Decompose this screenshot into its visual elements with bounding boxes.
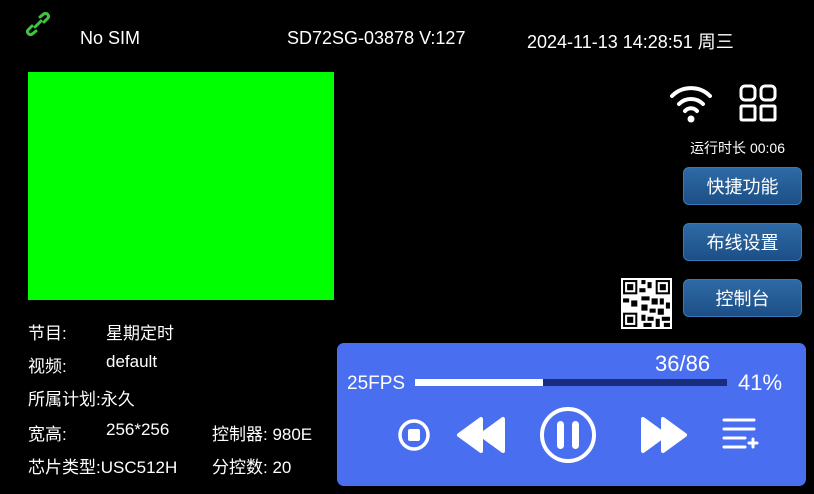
player-panel: 25FPS 36/86 41%: [337, 343, 806, 486]
progress-percent: 41%: [738, 370, 783, 395]
progress-bar[interactable]: [415, 379, 727, 386]
plan-value: 所属计划:永久: [28, 390, 135, 409]
stop-icon[interactable]: [397, 407, 431, 463]
chip-type-value: 芯片类型:USC512H: [28, 458, 178, 477]
link-icon: [26, 12, 50, 36]
preview-screen: [28, 72, 334, 300]
fast-forward-icon[interactable]: [637, 407, 691, 463]
fps-label: 25FPS: [347, 373, 406, 394]
video-label: 视频:: [28, 357, 67, 376]
runtime-label: 运行时长 00:06: [690, 140, 785, 156]
progress-fill: [415, 379, 543, 386]
program-label: 节目:: [28, 324, 67, 343]
datetime: 2024-11-13 14:28:51 周三: [527, 32, 734, 52]
size-label: 宽高:: [28, 425, 67, 444]
playlist-add-icon[interactable]: [720, 407, 760, 463]
frame-count: 36/86: [655, 351, 711, 376]
controller-value: 控制器: 980E: [212, 425, 313, 444]
console-button[interactable]: 控制台: [683, 279, 802, 317]
device-id: SD72SG-03878 V:127: [287, 28, 466, 48]
pause-icon[interactable]: [538, 407, 598, 465]
status-bar: No SIM SD72SG-03878 V:127 2024-11-13 14:…: [0, 0, 814, 64]
grid-icon[interactable]: [739, 84, 777, 122]
size-value: 256*256: [106, 420, 170, 439]
qr-code-icon[interactable]: [621, 278, 672, 329]
quick-functions-button[interactable]: 快捷功能: [683, 167, 802, 205]
sub-controls-value: 分控数: 20: [212, 458, 292, 477]
wifi-icon[interactable]: [669, 82, 713, 124]
program-value: 星期定时: [106, 324, 174, 343]
video-value: default: [106, 352, 158, 371]
rewind-icon[interactable]: [455, 407, 509, 463]
wiring-settings-button[interactable]: 布线设置: [683, 223, 802, 261]
sim-status: No SIM: [80, 28, 141, 48]
